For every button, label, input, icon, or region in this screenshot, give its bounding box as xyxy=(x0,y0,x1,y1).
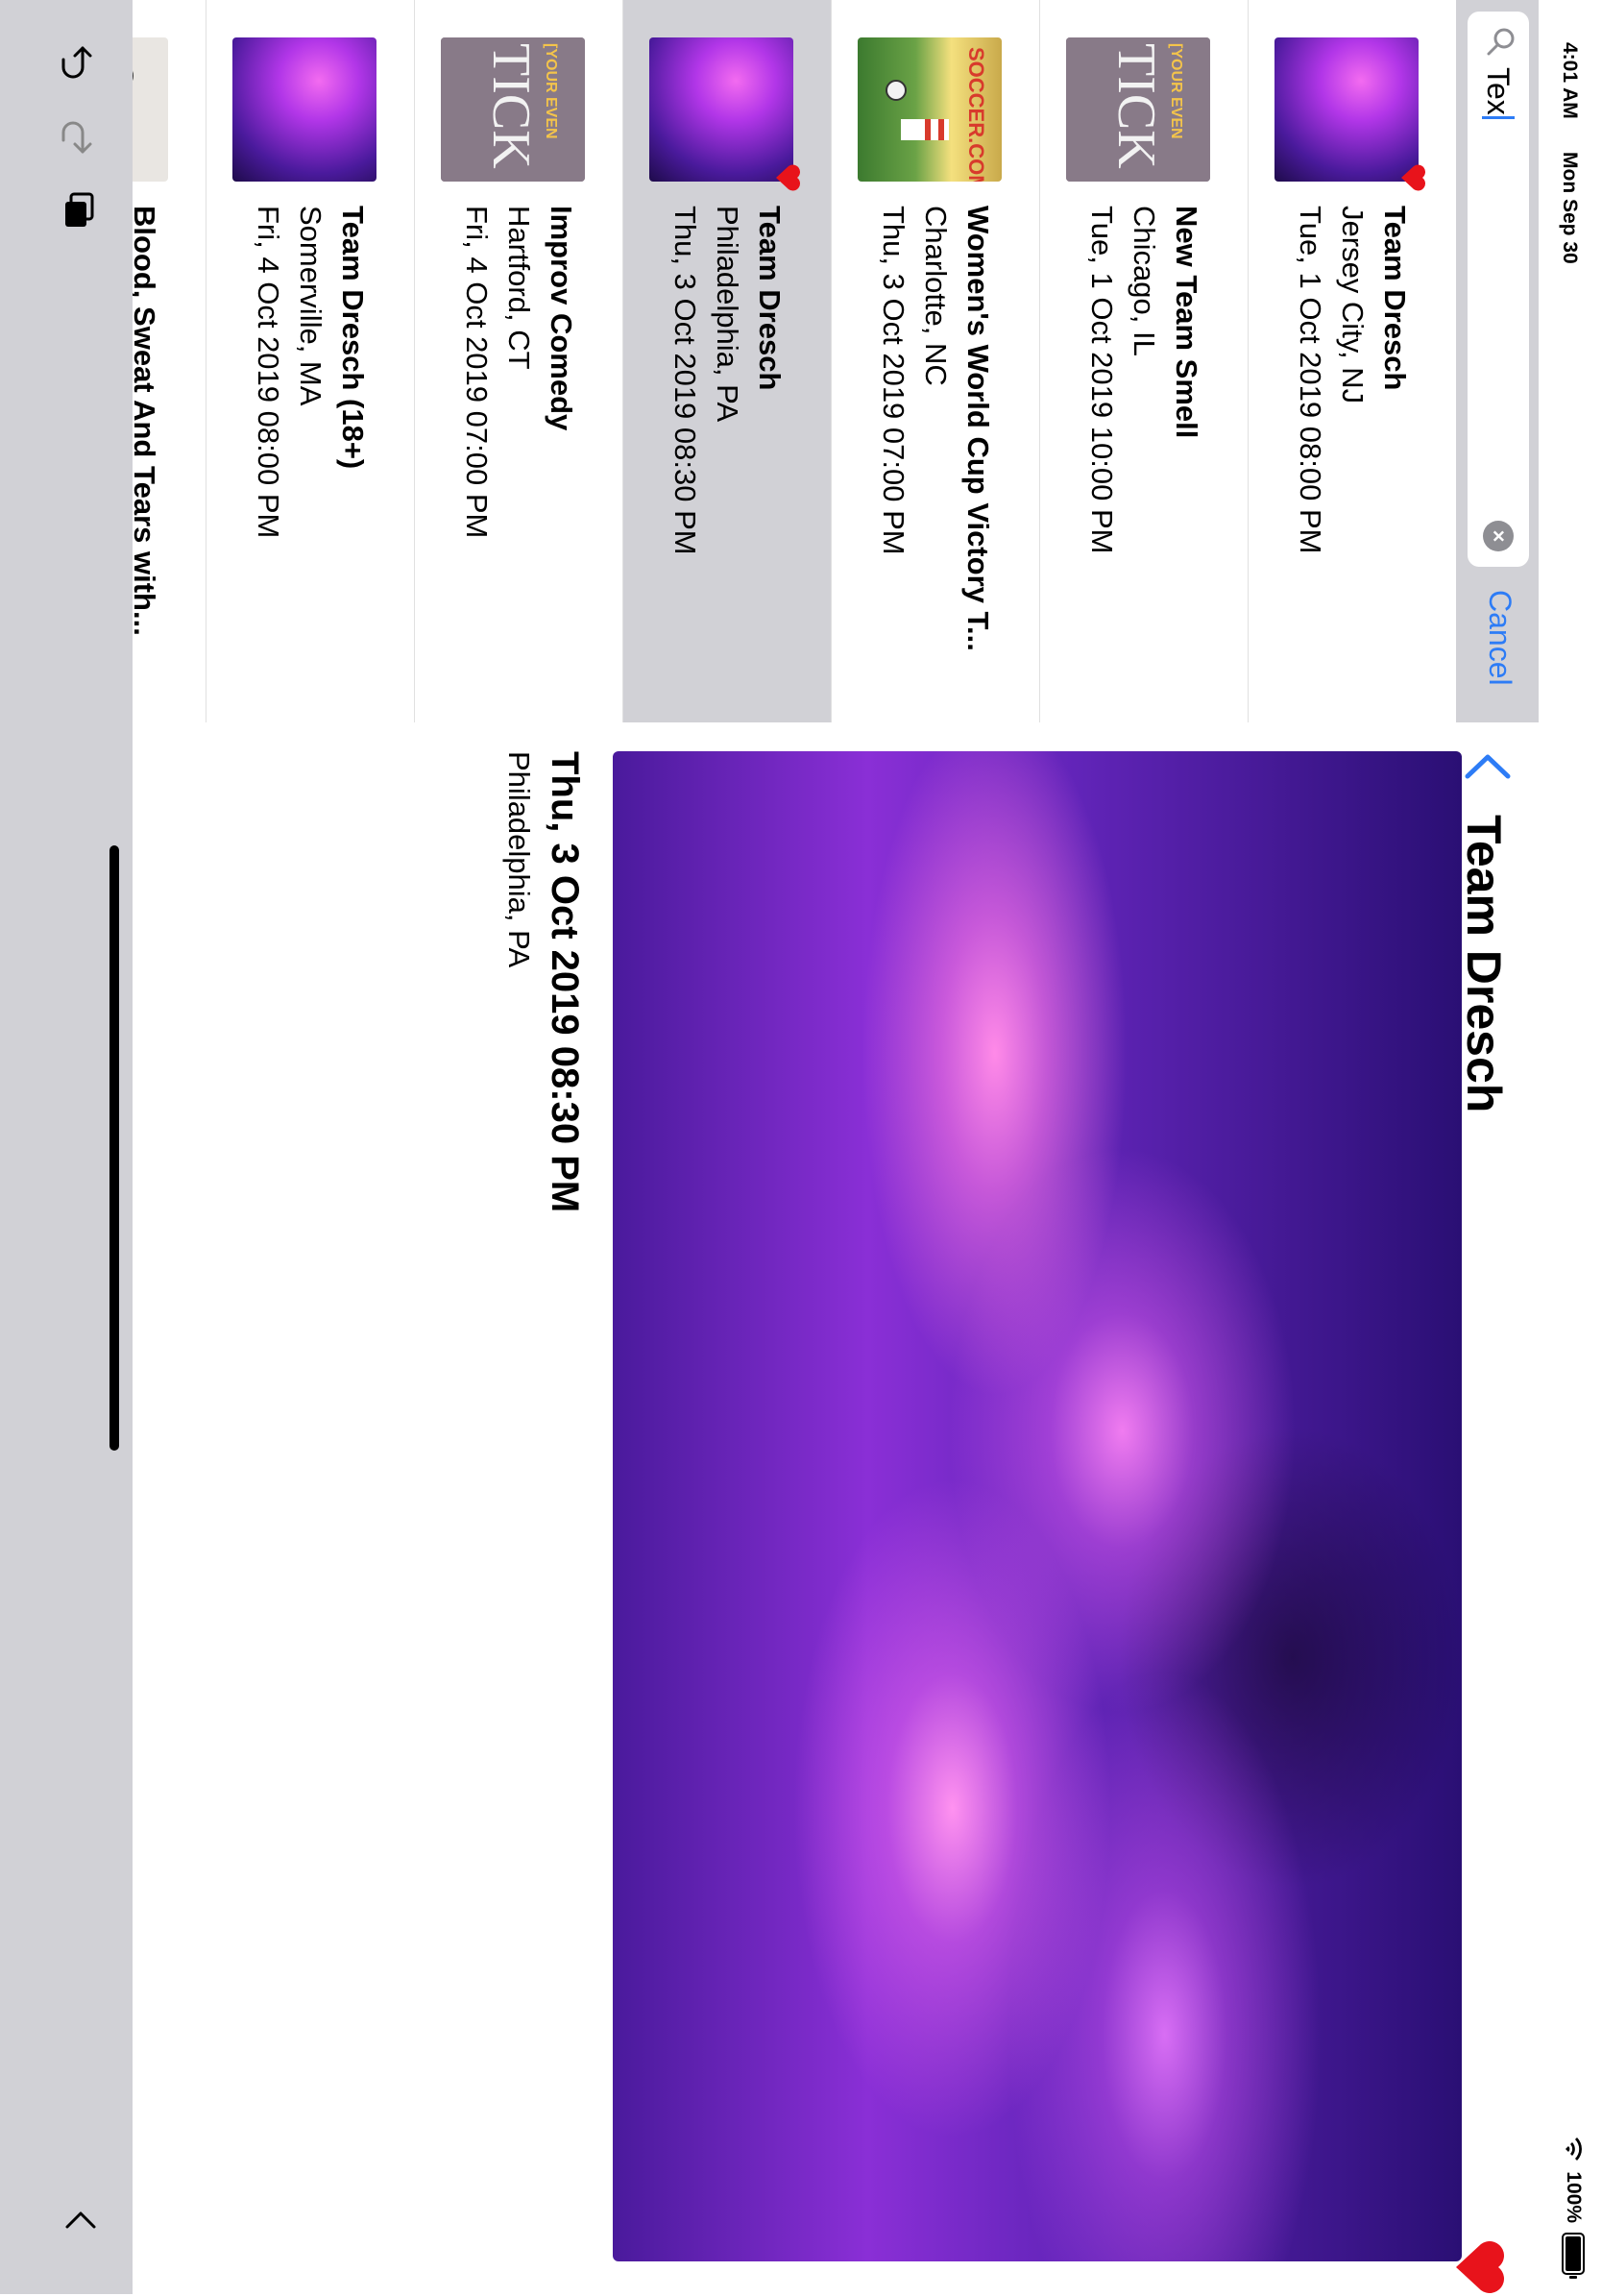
detail-title: Team Dresch xyxy=(1457,815,1511,1113)
event-title: New Team Smell xyxy=(1170,206,1203,439)
ticket-graphic: [YOUR EVEN TICK xyxy=(441,37,585,182)
favorite-heart-icon[interactable] xyxy=(1454,2238,1508,2296)
ticket-thumb-big-text: TICK xyxy=(1106,43,1166,169)
cancel-button[interactable]: Cancel xyxy=(1482,590,1517,686)
event-title: Team Dresch xyxy=(1378,206,1412,391)
event-row[interactable]: Team Dresch (18+) Somerville, MA Fri, 4 … xyxy=(206,0,414,722)
ticket-thumb-top-text: [YOUR EVEN xyxy=(543,43,559,139)
event-title: Women's World Cup Victory T... xyxy=(961,206,995,651)
event-row[interactable]: [YOUR EVEN TICK New Team Smell Chicago, … xyxy=(1039,0,1248,722)
search-field[interactable]: Tex × xyxy=(1468,12,1529,567)
concert-thumbnail xyxy=(232,37,376,182)
soccer-graphic: SOCCER.COM xyxy=(886,47,988,182)
status-time: 4:01 AM xyxy=(1559,42,1581,119)
event-title: Team Dresch xyxy=(753,206,787,391)
app-screen: 4:01 AM Mon Sep 30 100% Tex × Cancel Tea… xyxy=(0,0,1602,2294)
ticket-graphic: [YOUR EVEN TICK xyxy=(1066,37,1210,182)
event-datetime: Tue, 1 Oct 2019 08:00 PM xyxy=(1294,206,1327,554)
home-indicator[interactable] xyxy=(109,845,119,1451)
battery-icon xyxy=(1562,2233,1585,2275)
undo-icon[interactable] xyxy=(60,42,102,85)
event-location: Somerville, MA xyxy=(294,206,328,406)
search-input[interactable]: Tex xyxy=(1480,67,1516,119)
back-chevron-icon[interactable] xyxy=(1464,751,1512,780)
event-title: Team Dresch (18+) xyxy=(336,206,370,470)
event-row[interactable]: [YOUR EVEN TICK Improv Comedy Hartford, … xyxy=(414,0,622,722)
ticket-thumbnail: [YOUR EVEN TICK xyxy=(441,37,585,182)
event-row-selected[interactable]: Team Dresch Philadelphia, PA Thu, 3 Oct … xyxy=(622,0,831,722)
ticket-thumbnail: [YOUR EVEN TICK xyxy=(1066,37,1210,182)
battery-percent: 100% xyxy=(1563,2171,1585,2223)
event-datetime: Thu, 3 Oct 2019 07:00 PM xyxy=(877,206,910,555)
soccer-thumb-text: SOCCER.COM xyxy=(964,47,988,182)
clipboard-icon[interactable] xyxy=(60,188,102,231)
event-location: Chicago, IL xyxy=(1128,206,1161,356)
soccer-thumbnail: SOCCER.COM xyxy=(858,37,1002,182)
text-caret xyxy=(1482,115,1515,119)
ticket-thumb-big-text: TICK xyxy=(481,43,541,169)
detail-location: Philadelphia, PA xyxy=(502,751,536,968)
search-bar: Tex × Cancel xyxy=(1456,0,1539,722)
status-right: 100% xyxy=(1562,2137,1585,2275)
event-list: Team Dresch Jersey City, NJ Tue, 1 Oct 2… xyxy=(0,0,1456,722)
clear-search-button[interactable]: × xyxy=(1483,521,1514,551)
event-datetime: Fri, 4 Oct 2019 07:00 PM xyxy=(460,206,494,539)
event-datetime: Fri, 4 Oct 2019 08:00 PM xyxy=(252,206,285,539)
status-bar: 4:01 AM Mon Sep 30 100% xyxy=(1539,0,1602,2294)
event-location: Charlotte, NC xyxy=(919,206,953,386)
favorite-heart-icon xyxy=(1401,164,1425,191)
event-row[interactable]: Team Dresch Jersey City, NJ Tue, 1 Oct 2… xyxy=(1248,0,1456,722)
event-location: Hartford, CT xyxy=(502,206,536,370)
event-detail-panel: Team Dresch Thu, 3 Oct 2019 08:30 PM Phi… xyxy=(0,722,1539,2294)
status-date: Mon Sep 30 xyxy=(1559,152,1581,264)
event-datetime: Tue, 1 Oct 2019 10:00 PM xyxy=(1085,206,1119,554)
concert-thumbnail xyxy=(1274,37,1419,182)
detail-datetime: Thu, 3 Oct 2019 08:30 PM xyxy=(544,751,586,1213)
redo-icon[interactable] xyxy=(60,115,102,158)
ticket-thumb-top-text: [YOUR EVEN xyxy=(1168,43,1184,139)
event-title: Improv Comedy xyxy=(545,206,578,431)
chevron-left-icon[interactable] xyxy=(60,2200,102,2242)
event-datetime: Thu, 3 Oct 2019 08:30 PM xyxy=(668,206,702,555)
search-query: Tex xyxy=(1481,67,1516,115)
event-list-panel: Tex × Cancel Team Dresch Jersey City, NJ… xyxy=(0,0,1539,723)
event-location: Jersey City, NJ xyxy=(1336,206,1370,404)
event-row[interactable]: SOCCER.COM Women's World Cup Victory T..… xyxy=(831,0,1039,722)
favorite-heart-icon xyxy=(776,164,800,191)
concert-thumbnail xyxy=(649,37,793,182)
search-icon xyxy=(1487,28,1515,56)
wifi-icon xyxy=(1566,2137,1582,2162)
event-hero-image xyxy=(613,751,1462,2261)
event-location: Philadelphia, PA xyxy=(711,206,744,423)
